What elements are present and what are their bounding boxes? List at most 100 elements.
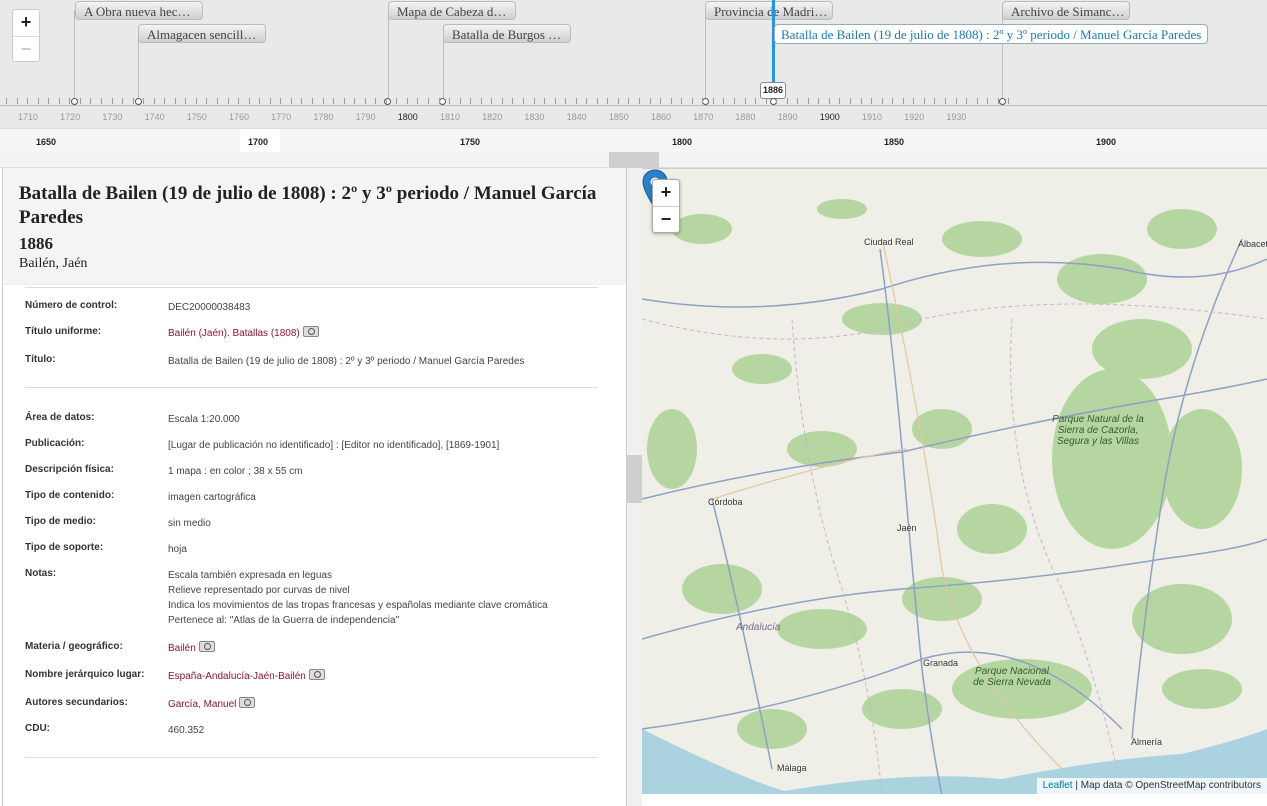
timeline-overview-band[interactable]: 1650 1700 1750 1800 1850 1900 <box>0 128 1267 153</box>
timeline-tick <box>280 98 282 104</box>
timeline-event[interactable]: A Obra nueva hec… <box>75 1 203 20</box>
divider <box>25 387 598 388</box>
timeline-tick <box>681 98 683 104</box>
timeline-tick <box>512 98 514 104</box>
leaflet-link[interactable]: Leaflet <box>1043 780 1073 791</box>
timeline-tick <box>227 98 229 104</box>
timeline-tick <box>322 98 324 104</box>
timeline-zoom-control[interactable]: + − <box>12 9 40 62</box>
timeline-tick <box>850 98 851 104</box>
timeline-tick <box>776 98 778 104</box>
field-key: Tipo de medio: <box>25 516 96 527</box>
map-zoom-control[interactable]: + − <box>652 179 680 233</box>
timeline-tick <box>333 98 335 104</box>
field-key: Tipo de contenido: <box>25 490 115 501</box>
timeline-tick <box>670 98 672 104</box>
timeline-major-label: 1850 <box>883 137 905 147</box>
timeline-tick <box>248 98 250 104</box>
timeline-tick <box>934 98 936 104</box>
timeline-minor-label: 1720 <box>60 112 81 122</box>
event-stem <box>705 10 706 100</box>
note-line: Indica los movimientos de las tropas fra… <box>168 600 548 611</box>
field-key: Tipo de soporte: <box>25 542 104 553</box>
timeline-tick <box>385 98 387 104</box>
search-icon[interactable] <box>239 697 256 708</box>
field-key: Autores secundarios: <box>25 697 128 708</box>
timeline-tick <box>27 98 29 104</box>
author-link[interactable]: García, Manuel <box>168 699 236 710</box>
timeline-tick <box>480 98 482 104</box>
timeline-tick <box>554 98 556 104</box>
field-value: imagen cartográfica <box>168 492 256 503</box>
divider <box>25 287 598 288</box>
timeline-tick <box>1008 98 1010 104</box>
timeline-tick <box>923 98 925 104</box>
timeline-event[interactable]: Batalla de Burgos … <box>443 24 571 43</box>
timeline-major-label: 1750 <box>459 137 481 147</box>
field-value: García, Manuel <box>168 697 598 712</box>
record-title: Batalla de Bailen (19 de julio de 1808) … <box>19 183 597 228</box>
map-zoom-out-button[interactable]: − <box>653 206 679 232</box>
horizontal-splitter[interactable] <box>0 152 1267 168</box>
timeline-tick <box>301 98 303 104</box>
timeline-tick <box>16 98 18 104</box>
timeline-minor-label: 1870 <box>693 112 714 122</box>
search-icon[interactable] <box>302 326 319 337</box>
search-icon[interactable] <box>308 669 325 680</box>
field-key: Título uniforme: <box>25 326 102 337</box>
record-panel: Batalla de Bailen (19 de julio de 1808) … <box>2 168 626 806</box>
search-icon[interactable] <box>198 641 215 652</box>
timeline-tick <box>723 98 725 104</box>
field-key: Materia / geográfico: <box>25 641 123 652</box>
record-header: Batalla de Bailen (19 de julio de 1808) … <box>3 168 626 285</box>
timeline-tick <box>839 98 841 104</box>
timeline-tick <box>987 98 989 104</box>
timeline-tick <box>628 98 630 104</box>
timeline-tick <box>111 98 113 104</box>
uniform-title-link[interactable]: Bailén (Jaén). Batallas (1808) <box>168 328 300 339</box>
timeline-tick <box>533 98 535 104</box>
timeline-tick <box>132 98 134 104</box>
timeline-tick <box>860 98 862 104</box>
timeline-zoom-out-button[interactable]: − <box>13 36 39 62</box>
timeline-tick <box>438 98 440 104</box>
record-place: Bailén, Jaén <box>19 256 88 271</box>
map-view[interactable]: Ciudad Real Albacete Córdoba Jaén Granad… <box>642 168 1267 794</box>
timeline-minor-label: 1730 <box>102 112 123 122</box>
record-fields: Número de control: DEC20000038483 Título… <box>3 287 626 806</box>
timeline-tick <box>755 98 757 104</box>
timeline-event[interactable]: Archivo de Simanc… <box>1002 1 1130 20</box>
timeline[interactable]: + − A Obra nueva hec… Almagacen sencill…… <box>0 0 1267 153</box>
timeline-zoom-in-button[interactable]: + <box>13 10 39 36</box>
timeline-tick <box>649 98 651 104</box>
timeline-tick <box>733 98 735 104</box>
timeline-tick <box>122 98 124 104</box>
timeline-event-active[interactable]: Batalla de Bailen (19 de julio de 1808) … <box>774 24 1209 44</box>
timeline-tick <box>354 98 356 104</box>
panel-divider[interactable] <box>626 168 643 806</box>
timeline-minor-label: 1790 <box>355 112 376 122</box>
map-label-city: Albacete <box>1238 239 1267 249</box>
timeline-minor-label: 1920 <box>904 112 925 122</box>
divider-handle[interactable] <box>627 455 643 503</box>
subject-link[interactable]: Bailén <box>168 643 196 654</box>
active-date-badge: 1886 <box>760 82 786 99</box>
timeline-tick <box>259 98 261 104</box>
timeline-event[interactable]: Mapa de Cabeza d… <box>388 1 516 20</box>
timeline-event[interactable]: Provincia de Madri… <box>705 1 833 20</box>
timeline-tick <box>691 98 693 104</box>
timeline-events-band[interactable]: + − A Obra nueva hec… Almagacen sencill…… <box>0 0 1267 128</box>
splitter-handle[interactable] <box>609 152 659 168</box>
map-label-park: Parque Nacional de Sierra Nevada <box>973 666 1051 688</box>
timeline-tick <box>37 98 39 104</box>
timeline-tick <box>185 98 187 104</box>
field-key: Notas: <box>25 568 57 579</box>
field-value: DEC20000038483 <box>168 302 251 313</box>
map-zoom-in-button[interactable]: + <box>653 180 679 206</box>
timeline-event[interactable]: Almagacen sencill… <box>138 24 266 43</box>
field-value: Batalla de Bailen (19 de julio de 1808) … <box>168 356 525 367</box>
field-value: Escala 1:20.000 <box>168 414 240 425</box>
attribution-text: | Map data © OpenStreetMap contributors <box>1072 780 1261 791</box>
event-stem <box>388 10 389 100</box>
place-hierarchy-link[interactable]: España-Andalucía-Jaén-Bailén <box>168 671 306 682</box>
